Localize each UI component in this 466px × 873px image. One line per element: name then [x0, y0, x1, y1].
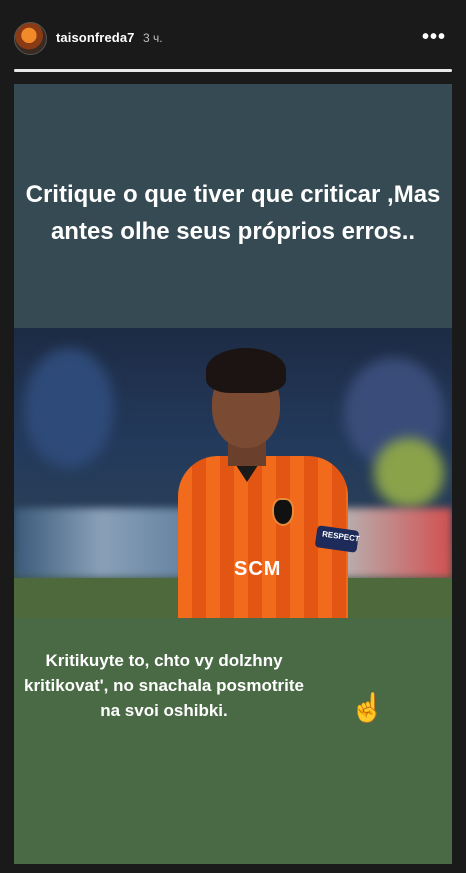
sponsor-logo: SCM — [234, 558, 282, 580]
story-photo: SCM RESPECT — [14, 328, 452, 618]
story-text-portuguese: Critique o que tiver que criticar ,Mas a… — [25, 181, 441, 245]
top-text-panel: Critique o que tiver que criticar ,Mas a… — [14, 84, 452, 328]
post-time: 3 ч. — [143, 31, 163, 45]
background-crowd — [24, 348, 114, 468]
bottom-text-panel: Kritikuyte to, chto vy dolzhny kritikova… — [14, 618, 452, 864]
pointing-up-icon: ☝ — [350, 692, 385, 723]
story-progress-bar — [14, 69, 452, 72]
user-avatar[interactable] — [14, 22, 47, 55]
background-light — [374, 438, 444, 508]
story-content[interactable]: Critique o que tiver que criticar ,Mas a… — [14, 84, 452, 864]
story-text-transliterated: Kritikuyte to, chto vy dolzhny kritikova… — [24, 651, 304, 720]
story-header: taisonfreda7 3 ч. ••• — [0, 0, 466, 72]
football-player: SCM RESPECT — [164, 336, 360, 618]
player-hair — [206, 348, 286, 393]
club-crest-icon — [272, 498, 294, 526]
more-options-icon[interactable]: ••• — [422, 26, 446, 49]
username[interactable]: taisonfreda7 — [56, 30, 135, 45]
story-progress-fill — [14, 69, 452, 72]
